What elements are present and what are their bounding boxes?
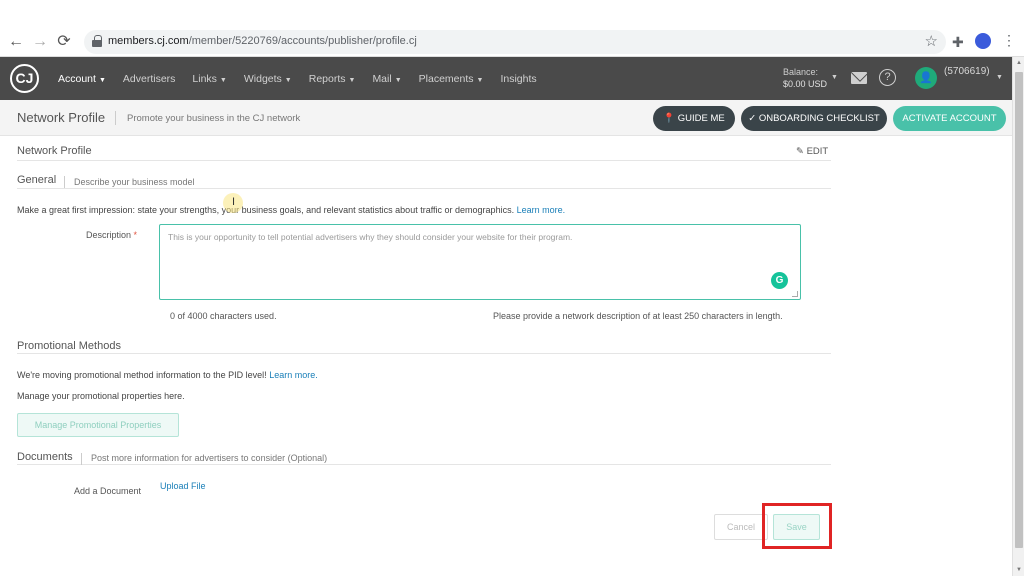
- section-divider: [81, 453, 82, 465]
- chevron-down-icon: ▼: [394, 76, 402, 84]
- browser-profile-avatar[interactable]: [975, 33, 991, 49]
- cj-logo[interactable]: CJ: [10, 64, 39, 93]
- activate-account-button[interactable]: ACTIVATE ACCOUNT: [893, 106, 1006, 131]
- promotional-title: Promotional Methods: [17, 340, 121, 352]
- nav-item-mail[interactable]: Mail ▼: [372, 73, 401, 85]
- grammarly-icon[interactable]: G: [771, 272, 788, 289]
- nav-item-links[interactable]: Links ▼: [192, 73, 226, 85]
- manage-properties-text: Manage your promotional properties here.: [17, 391, 185, 401]
- documents-title: Documents: [17, 451, 73, 463]
- description-label: Description *: [86, 230, 138, 240]
- nav-item-widgets[interactable]: Widgets ▼: [244, 73, 292, 85]
- section-divider: [64, 176, 65, 188]
- general-learn-more-link[interactable]: Learn more.: [517, 205, 566, 215]
- nav-item-advertisers[interactable]: Advertisers: [123, 73, 176, 85]
- add-document-label: Add a Document: [74, 486, 142, 496]
- balance-amount: $0.00 USD: [783, 79, 828, 89]
- balance-caret-icon[interactable]: ▼: [831, 74, 838, 81]
- onboarding-checklist-button[interactable]: ✓ ONBOARDING CHECKLIST: [741, 106, 887, 131]
- nav-item-label: Mail: [372, 72, 392, 85]
- chevron-down-icon: ▼: [348, 76, 356, 84]
- text-cursor-icon: I: [232, 196, 236, 208]
- extensions-icon[interactable]: ✚: [952, 34, 964, 51]
- reload-icon[interactable]: ⟳: [54, 32, 74, 52]
- nav-item-label: Advertisers: [122, 72, 176, 85]
- help-icon[interactable]: ?: [879, 69, 896, 86]
- mail-icon[interactable]: [851, 72, 867, 84]
- balance-display[interactable]: Balance: $0.00 USD: [783, 66, 827, 90]
- promotional-learn-more-link[interactable]: Learn more.: [269, 370, 318, 380]
- save-highlight-annotation: [762, 503, 832, 549]
- documents-subtitle: Post more information for advertisers to…: [91, 453, 328, 463]
- nav-item-insights[interactable]: Insights: [500, 73, 536, 85]
- nav-item-account[interactable]: Account ▼: [58, 73, 106, 85]
- character-hint: Please provide a network description of …: [493, 311, 783, 321]
- manage-promotional-properties-button[interactable]: Manage Promotional Properties: [17, 413, 179, 437]
- lock-icon: [92, 35, 102, 47]
- user-menu-caret-icon[interactable]: ▼: [996, 74, 1003, 81]
- required-marker: *: [133, 230, 138, 240]
- promotional-section-header: Promotional Methods: [17, 338, 831, 354]
- main-nav: Account ▼ Advertisers Links ▼ Widgets ▼ Reports…: [58, 57, 554, 100]
- title-divider: [115, 111, 116, 125]
- scroll-up-arrow-icon[interactable]: ▲: [1016, 60, 1022, 66]
- chevron-down-icon: ▼: [476, 76, 484, 84]
- guide-me-button[interactable]: 📍 GUIDE ME: [653, 106, 735, 131]
- cancel-button[interactable]: Cancel: [714, 514, 768, 540]
- chevron-down-icon: ▼: [219, 76, 227, 84]
- user-avatar-icon[interactable]: 👤: [915, 67, 937, 89]
- nav-item-label: Placements: [418, 72, 474, 85]
- scroll-down-arrow-icon[interactable]: ▼: [1016, 567, 1022, 573]
- browser-toolbar: ← → ⟳ members.cj.com/member/5220769/acco…: [0, 27, 1024, 57]
- nav-item-label: Insights: [500, 72, 537, 85]
- nav-item-label: Widgets: [243, 72, 282, 85]
- general-section-header: General Describe your business model: [17, 172, 831, 189]
- bookmark-star-icon[interactable]: ☆: [925, 32, 938, 50]
- user-id[interactable]: (5706619): [944, 66, 990, 77]
- character-count: 0 of 4000 characters used.: [170, 311, 277, 321]
- scroll-thumb[interactable]: [1015, 72, 1023, 548]
- forward-icon[interactable]: →: [30, 32, 50, 52]
- browser-menu-icon[interactable]: ⋮: [1002, 32, 1016, 49]
- general-intro: Make a great first impression: state you…: [17, 205, 566, 215]
- chevron-down-icon: ▼: [284, 76, 292, 84]
- nav-item-reports[interactable]: Reports ▼: [309, 73, 356, 85]
- back-icon[interactable]: ←: [6, 32, 26, 52]
- app-header: CJ Account ▼ Advertisers Links ▼ Widgets ▼ Repo…: [0, 57, 1012, 100]
- page-title: Network Profile: [17, 110, 106, 125]
- nav-item-label: Links: [192, 72, 217, 85]
- nav-item-label: Reports: [308, 72, 346, 85]
- balance-label: Balance:: [783, 67, 819, 77]
- general-title: General: [17, 174, 57, 186]
- edit-button[interactable]: ✎ EDIT: [796, 146, 828, 157]
- chevron-down-icon: ▼: [98, 76, 106, 84]
- nav-item-placements[interactable]: Placements ▼: [419, 73, 484, 85]
- description-textarea[interactable]: This is your opportunity to tell potenti…: [159, 224, 801, 300]
- network-profile-heading: Network Profile: [17, 145, 92, 157]
- documents-section-header: Documents Post more information for adve…: [17, 449, 831, 465]
- promotional-notice: We're moving promotional method informat…: [17, 370, 318, 380]
- address-bar[interactable]: members.cj.com/member/5220769/accounts/p…: [84, 30, 946, 54]
- network-profile-header: Network Profile: [17, 143, 831, 161]
- general-subtitle: Describe your business model: [74, 177, 195, 187]
- page-title-bar: Network Profile Promote your business in…: [0, 100, 1012, 136]
- nav-item-label: Account: [58, 72, 96, 85]
- resize-handle[interactable]: [792, 291, 798, 297]
- url-text[interactable]: members.cj.com/member/5220769/accounts/p…: [108, 35, 417, 47]
- upload-file-link[interactable]: Upload File: [160, 481, 206, 491]
- page-subtitle: Promote your business in the CJ network: [127, 113, 301, 124]
- page-scrollbar[interactable]: ▲ ▼: [1012, 57, 1024, 576]
- description-placeholder: This is your opportunity to tell potenti…: [168, 232, 573, 242]
